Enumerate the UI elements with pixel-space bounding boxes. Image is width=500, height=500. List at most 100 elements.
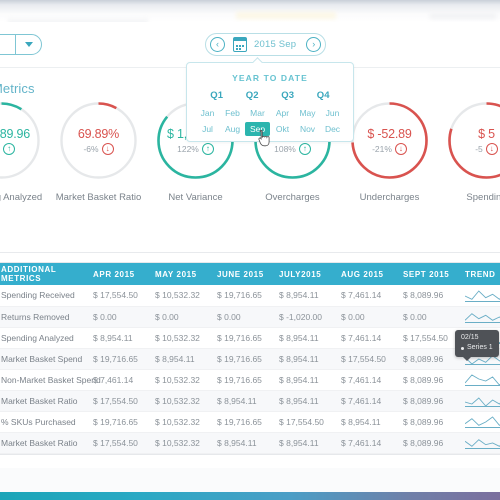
metric-card[interactable]: 69.89% -6% ↓ Market Basket Ratio [50, 98, 147, 203]
month-option[interactable]: Feb [220, 106, 245, 120]
metric-cell: $ 10,532.32 [149, 369, 211, 391]
month-option[interactable]: Jul [195, 122, 220, 136]
trend-sparkline[interactable] [459, 432, 500, 454]
metric-delta: -21% ↓ [372, 142, 407, 155]
table-row[interactable]: Spending Received $ 17,554.50 $ 10,532.32 $… [0, 285, 500, 307]
month-option[interactable]: Mar [245, 106, 270, 120]
table-body: Spending Received $ 17,554.50 $ 10,532.32 $… [0, 285, 500, 454]
metric-card[interactable]: $ 8,089.968%↑ Spending Analyzed [0, 98, 50, 203]
metric-cell: $ 7,461.14 [335, 369, 397, 391]
column-header[interactable]: SEPT 2015 [397, 263, 459, 285]
metric-cell: $ 19,716.65 [211, 411, 273, 433]
trend-sparkline[interactable] [459, 390, 500, 412]
quarter-option[interactable]: Q3 [281, 90, 294, 101]
metric-cell: $ 17,554.50 [87, 432, 149, 454]
prev-period-button[interactable]: ‹ [210, 37, 225, 52]
metric-card[interactable]: $ 5-5↓Spending [438, 98, 500, 203]
table-row[interactable]: % SKUs Purchased $ 19,716.65 $ 10,532.32 $ … [0, 411, 500, 433]
donut-chart: $ -52.89 -21% ↓ [347, 98, 432, 183]
metric-cell: $ 19,716.65 [211, 348, 273, 370]
quarter-option[interactable]: Q2 [246, 90, 259, 101]
additional-metrics-table: ADDITIONAL METRICS APR 2015 MAY 2015 JUNE 2… [0, 262, 500, 455]
footer-accent-bar [0, 492, 500, 500]
arrow-down-icon: ↓ [394, 142, 407, 155]
column-header[interactable]: ADDITIONAL METRICS [0, 263, 87, 285]
metric-cell: $ 8,954.11 [335, 411, 397, 433]
metric-cell: $ 7,461.14 [335, 390, 397, 412]
month-option[interactable]: Apr [270, 106, 295, 120]
trend-sparkline[interactable] [459, 411, 500, 433]
row-label: Returns Removed [0, 306, 87, 328]
column-header[interactable]: JULY2015 [273, 263, 335, 285]
popup-arrow [253, 57, 264, 63]
metric-cell: $ 8,089.96 [397, 348, 459, 370]
column-header[interactable]: APR 2015 [87, 263, 149, 285]
metric-cell: $ 8,089.96 [397, 432, 459, 454]
metric-value: $ 8,089.96 [0, 126, 31, 141]
tooltip-series-label: Series 1 [467, 344, 493, 352]
row-label: Non-Market Basket Spend [0, 369, 101, 391]
column-header[interactable]: TREND [459, 263, 500, 285]
month-option[interactable]: Dec [320, 122, 345, 136]
metric-delta-value: -21% [372, 143, 392, 154]
metric-cell: $ 8,954.11 [87, 327, 149, 349]
month-option[interactable]: May [295, 106, 320, 120]
metric-delta: -5 ↓ [475, 142, 498, 155]
row-label: Market Basket Ratio [0, 390, 87, 412]
trend-sparkline[interactable] [459, 306, 500, 328]
metric-card-label: Spending Analyzed [0, 192, 43, 203]
current-period-label[interactable]: 2015 Sep [252, 39, 301, 50]
month-option[interactable]: Jun [320, 106, 345, 120]
filter-dropdown[interactable] [0, 34, 42, 55]
metric-cell: $ 7,461.14 [335, 285, 397, 307]
quarter-option[interactable]: Q1 [210, 90, 223, 101]
table-row[interactable]: Market Basket Ratio $ 17,554.50 $ 10,532.3… [0, 390, 500, 412]
quarter-option[interactable]: Q4 [317, 90, 330, 101]
month-option[interactable]: Okt [270, 122, 295, 136]
chevron-down-icon[interactable] [16, 42, 41, 47]
metric-card[interactable]: $ -52.89 -21% ↓ Undercharges [341, 98, 438, 203]
table-row[interactable]: Non-Market Basket Spend $ 7,461.14 $ 10,53… [0, 369, 500, 391]
table-row[interactable]: Market Basket Spend $ 19,716.65 $ 8,954.11… [0, 348, 500, 370]
table-row[interactable]: Spending Analyzed $ 8,954.11 $ 10,532.32 $ … [0, 327, 500, 349]
donut-chart: 69.89% -6% ↓ [56, 98, 141, 183]
metric-cell: $ 0.00 [335, 306, 397, 328]
month-option[interactable]: Aug [220, 122, 245, 136]
footer-gap [0, 468, 500, 492]
donut-chart: $ 8,089.968%↑ [0, 98, 44, 183]
metric-cell: $ 8,954.11 [273, 348, 335, 370]
year-to-date-label: YEAR TO DATE [232, 73, 308, 83]
metric-cell: $ 8,089.96 [397, 285, 459, 307]
metric-delta: 122% ↑ [177, 142, 214, 155]
column-header[interactable]: JUNE 2015 [211, 263, 273, 285]
trend-sparkline[interactable] [459, 285, 500, 307]
month-option[interactable]: Nov [295, 122, 320, 136]
next-period-button[interactable]: › [306, 37, 322, 52]
metric-cell: $ 10,532.32 [149, 432, 211, 454]
table-row[interactable]: Returns Removed $ 0.00 $ 0.00 $ 0.00 $ -1,02… [0, 306, 500, 328]
table-header-row: ADDITIONAL METRICS APR 2015 MAY 2015 JUNE 2… [0, 263, 500, 285]
metric-cell: $ 7,461.14 [335, 432, 397, 454]
metric-cell: $ 8,954.11 [273, 390, 335, 412]
metric-cell: $ 19,716.65 [211, 327, 273, 349]
month-option[interactable]: Jan [195, 106, 220, 120]
metric-cell: $ 8,089.96 [397, 369, 459, 391]
metric-card-label: Market Basket Ratio [55, 192, 142, 203]
metric-cell: $ 7,461.14 [335, 327, 397, 349]
row-label: Spending Received [0, 285, 87, 307]
quarter-row: Q1 Q2 Q3 Q4 [187, 83, 353, 101]
metric-card-label: Net Variance [168, 192, 223, 203]
arrow-up-icon: ↑ [201, 142, 214, 155]
trend-sparkline[interactable] [459, 369, 500, 391]
metric-cell: $ 10,532.32 [149, 285, 211, 307]
metric-value: 69.89% [77, 126, 120, 141]
metric-cell: $ 10,532.32 [149, 411, 211, 433]
dashboard-page: ‹ 2015 Sep › Metrics $ 8,089.968%↑Spendi… [0, 0, 500, 500]
table-row[interactable]: Market Basket Ratio $ 17,554.50 $ 10,532.3… [0, 432, 500, 454]
metric-cell: $ 8,089.96 [397, 390, 459, 412]
column-header[interactable]: AUG 2015 [335, 263, 397, 285]
column-header[interactable]: MAY 2015 [149, 263, 211, 285]
top-ghost-highlight [236, 12, 336, 19]
calendar-icon[interactable] [232, 37, 248, 52]
metric-cell: $ 7,461.14 [87, 369, 149, 391]
